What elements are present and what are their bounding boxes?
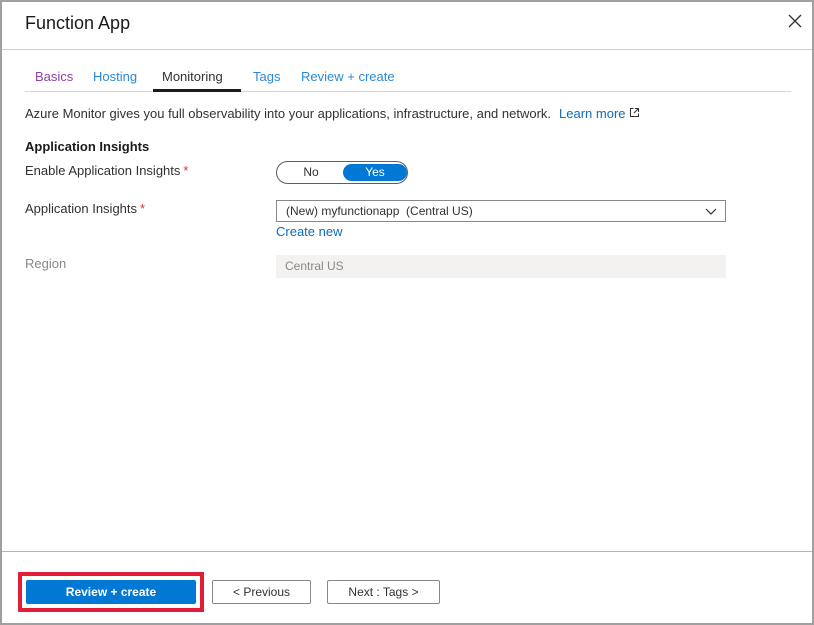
app-insights-dropdown[interactable]: (New) myfunctionapp (Central US) xyxy=(276,200,726,222)
create-new-link[interactable]: Create new xyxy=(276,224,342,239)
function-app-blade: Function App Basics Hosting Monitoring T… xyxy=(0,0,814,625)
tab-monitoring[interactable]: Monitoring xyxy=(162,69,223,84)
next-tags-button[interactable]: Next : Tags > xyxy=(327,580,440,604)
enable-insights-label-text: Enable Application Insights xyxy=(25,163,181,178)
app-insights-label: Application Insights * xyxy=(25,201,145,216)
tab-review-create[interactable]: Review + create xyxy=(301,69,395,84)
description: Azure Monitor gives you full observabili… xyxy=(25,106,640,121)
page-title: Function App xyxy=(25,13,131,33)
close-icon xyxy=(788,14,802,28)
description-text: Azure Monitor gives you full observabili… xyxy=(25,106,552,121)
blade-header: Function App xyxy=(2,2,812,50)
tab-basics[interactable]: Basics xyxy=(35,69,73,84)
active-tab-indicator xyxy=(153,89,241,92)
required-mark: * xyxy=(183,163,189,178)
previous-button[interactable]: < Previous xyxy=(212,580,311,604)
app-insights-value: (New) myfunctionapp (Central US) xyxy=(286,204,473,218)
learn-more-link[interactable]: Learn more xyxy=(559,106,639,121)
enable-insights-label: Enable Application Insights * xyxy=(25,163,188,178)
close-button[interactable] xyxy=(786,12,804,30)
required-mark: * xyxy=(140,201,146,216)
tab-bar: Basics Hosting Monitoring Tags Review + … xyxy=(25,66,791,92)
region-field: Central US xyxy=(276,255,726,278)
review-create-button[interactable]: Review + create xyxy=(26,580,196,604)
learn-more-label: Learn more xyxy=(559,106,626,121)
toggle-option-no[interactable]: No xyxy=(279,164,343,181)
toggle-option-yes[interactable]: Yes xyxy=(343,164,407,181)
tab-tags[interactable]: Tags xyxy=(253,69,280,84)
enable-insights-toggle[interactable]: No Yes xyxy=(276,161,408,184)
chevron-down-icon xyxy=(705,208,717,215)
section-title: Application Insights xyxy=(25,139,150,154)
region-label: Region xyxy=(25,256,67,271)
tab-hosting[interactable]: Hosting xyxy=(93,69,137,84)
external-link-icon xyxy=(629,108,639,117)
app-insights-label-text: Application Insights xyxy=(25,201,138,216)
